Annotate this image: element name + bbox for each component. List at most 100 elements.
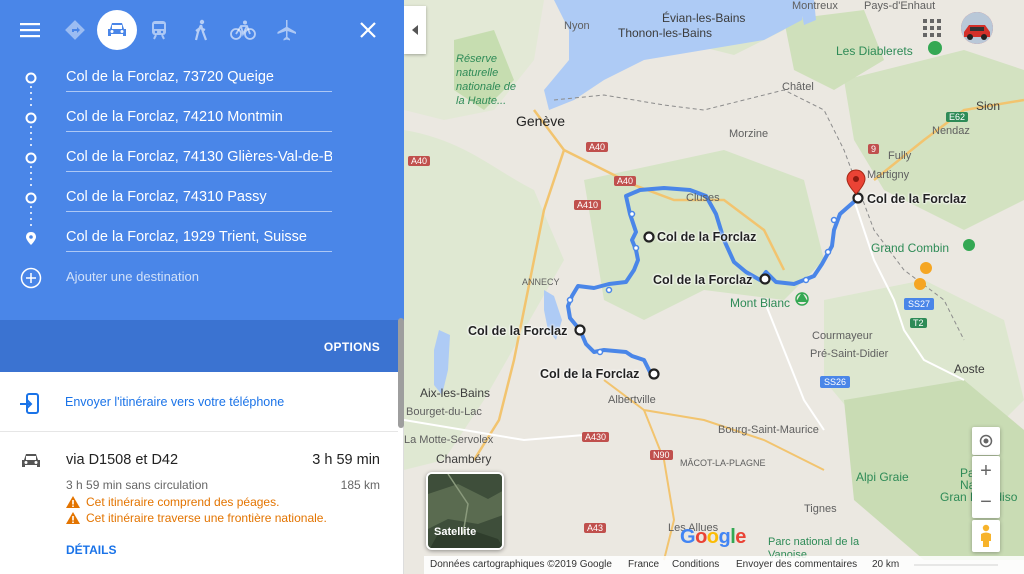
add-destination-input[interactable]: Ajouter une destination: [66, 268, 332, 292]
route-waypoint-label: Col de la Forclaz: [653, 273, 753, 287]
send-to-phone-icon: [20, 393, 39, 414]
menu-icon: [20, 23, 40, 38]
place-label: Châtel: [782, 81, 814, 93]
place-label: Nendaz: [932, 125, 970, 137]
send-to-phone-link[interactable]: Envoyer l'itinéraire vers votre téléphon…: [65, 395, 284, 409]
route-duration-no-traffic: 3 h 59 min sans circulation: [66, 478, 209, 492]
close-button[interactable]: [348, 10, 388, 50]
zoom-in-button[interactable]: +: [972, 456, 1000, 487]
road-shield: A40: [586, 142, 609, 152]
car-avatar-icon: [961, 12, 993, 44]
waypoint-input[interactable]: Col de la Forclaz, 74310 Passy: [66, 188, 332, 212]
place-label: Pays-d'Enhaut: [864, 0, 936, 12]
waypoint-input[interactable]: Col de la Forclaz, 1929 Trient, Suisse: [66, 228, 332, 252]
car-icon: [108, 23, 126, 36]
road-shield: 9: [868, 144, 880, 154]
road-shield: A40: [614, 176, 637, 186]
mode-cycling[interactable]: [223, 10, 263, 50]
mode-transit[interactable]: [139, 10, 179, 50]
route-warning: Cet itinéraire comprend des péages.: [66, 495, 279, 509]
road-shield: A40: [408, 156, 431, 166]
road-shield: SS27: [904, 298, 935, 310]
send-to-phone-row[interactable]: Envoyer l'itinéraire vers votre téléphon…: [0, 376, 398, 432]
pegman-icon: [981, 524, 991, 547]
road-shield: A430: [582, 432, 610, 442]
travel-mode-bar: [0, 10, 404, 50]
waypoint-row: Col de la Forclaz, 74130 Glières-Val-de-…: [0, 138, 404, 178]
road-shield: A43: [584, 523, 607, 533]
route-duration: 3 h 59 min: [312, 452, 380, 468]
add-destination-row[interactable]: Ajouter une destination: [0, 258, 404, 298]
place-label: Courmayeur: [812, 330, 873, 342]
place-label: Thonon-les-Bains: [618, 26, 713, 40]
place-label: Alpi Graie: [856, 470, 909, 484]
zoom-control: + −: [972, 456, 1000, 518]
road-shield: SS26: [820, 376, 851, 388]
satellite-toggle[interactable]: Satellite: [426, 472, 504, 550]
road-shield: T2: [910, 318, 927, 328]
map-footer: Données cartographiques ©2019 Google Fra…: [424, 556, 1024, 574]
place-label: Réserve naturelle nationale de la Haute.…: [456, 53, 516, 107]
mode-walking[interactable]: [181, 10, 221, 50]
place-label: Les Diablerets: [836, 44, 913, 58]
warning-text: Cet itinéraire comprend des péages.: [86, 495, 280, 509]
menu-button[interactable]: [10, 10, 50, 50]
mode-best-route[interactable]: [55, 10, 95, 50]
google-logo: Google: [680, 526, 746, 548]
bicycle-icon: [230, 20, 256, 40]
waypoint-input[interactable]: Col de la Forclaz, 74210 Montmin: [66, 108, 332, 132]
warning-icon: [66, 496, 80, 508]
satellite-thumbnail: [428, 474, 502, 548]
my-location-icon: [979, 434, 993, 448]
waypoint-row: Col de la Forclaz, 1929 Trient, Suisse: [0, 218, 404, 258]
destination-pin-icon: [26, 232, 36, 245]
avatar[interactable]: [961, 12, 993, 44]
road-shield: N90: [650, 450, 673, 460]
map-canvas[interactable]: Évian-les-Bains Thonon-les-Bains Nyon Mo…: [404, 0, 1024, 574]
route-waypoint-label: Col de la Forclaz: [867, 192, 967, 206]
place-label: Grand Combin: [871, 241, 950, 255]
route-warning: Cet itinéraire traverse une frontière na…: [66, 511, 327, 525]
street-view-pegman[interactable]: [972, 520, 1000, 552]
country-link[interactable]: France: [628, 559, 659, 570]
route-via: via D1508 et D42: [66, 452, 179, 468]
options-bar: OPTIONS: [0, 320, 398, 372]
waypoint-circle-icon: [25, 112, 37, 124]
walking-icon: [194, 19, 208, 41]
details-link[interactable]: DÉTAILS: [66, 543, 116, 557]
zoom-out-button[interactable]: −: [972, 487, 1000, 518]
my-location-button[interactable]: [972, 427, 1000, 455]
place-label: Albertville: [608, 394, 656, 406]
waypoint-input[interactable]: Col de la Forclaz, 73720 Queige: [66, 68, 332, 92]
chevron-left-icon: [412, 25, 418, 35]
mode-flight[interactable]: [266, 10, 306, 50]
place-label: Martigny: [867, 169, 910, 181]
place-label: Fully: [888, 150, 912, 162]
route-waypoint-label: Col de la Forclaz: [657, 230, 757, 244]
route-option[interactable]: via D1508 et D42 3 h 59 min 3 h 59 min s…: [0, 433, 398, 574]
place-label: ANNECY: [522, 277, 560, 287]
add-circle-icon: [20, 267, 42, 289]
options-button[interactable]: OPTIONS: [324, 340, 380, 354]
place-label: Sion: [976, 99, 1001, 113]
apps-grid-icon[interactable]: [923, 19, 941, 37]
waypoint-input[interactable]: Col de la Forclaz, 74130 Glières-Val-de-…: [66, 148, 332, 172]
place-label: Pré-Saint-Didier: [810, 348, 889, 360]
place-label: MÂCOT-LA-PLAGNE: [680, 458, 766, 468]
google-maps-app: Col de la Forclaz, 73720 Queige Col de l…: [0, 0, 1024, 574]
road-shield: E62: [946, 112, 969, 122]
place-label: Aix-les-Bains: [420, 386, 491, 400]
car-icon: [22, 454, 40, 467]
place-label: Évian-les-Bains: [662, 11, 746, 25]
mode-car[interactable]: [97, 10, 137, 50]
place-label: Morzine: [729, 128, 769, 140]
feedback-link[interactable]: Envoyer des commentaires: [736, 559, 857, 570]
waypoint-row: Col de la Forclaz, 74310 Passy: [0, 178, 404, 218]
scale-label[interactable]: 20 km: [872, 559, 899, 570]
place-label: La Motte-Servolex: [404, 434, 494, 446]
collapse-panel-button[interactable]: [404, 6, 426, 54]
diamond-directions-icon: [65, 20, 85, 40]
terms-link[interactable]: Conditions: [672, 559, 719, 570]
place-label: Tignes: [804, 503, 837, 515]
warning-icon: [66, 512, 80, 524]
